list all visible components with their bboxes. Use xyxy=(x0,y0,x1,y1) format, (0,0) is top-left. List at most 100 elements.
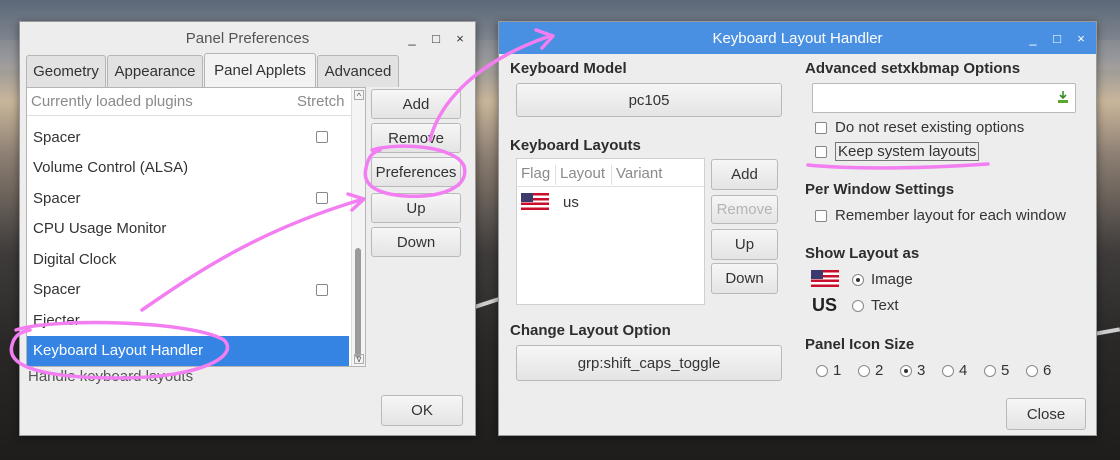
icon-size-radio[interactable] xyxy=(900,364,912,377)
tab-advanced[interactable]: Advanced xyxy=(317,55,399,87)
minimize-icon[interactable]: _ xyxy=(1026,31,1040,46)
show-layout-as-label: Show Layout as xyxy=(805,245,920,262)
list-item[interactable]: Spacer xyxy=(27,122,349,152)
icon-size-option[interactable]: 6 xyxy=(1026,362,1051,379)
tab-label: Panel Applets xyxy=(214,62,306,79)
scrollbar-thumb[interactable] xyxy=(355,248,361,358)
show-image-option[interactable]: Image xyxy=(852,271,913,288)
tab-geometry[interactable]: Geometry xyxy=(26,55,106,87)
icon-size-option[interactable]: 4 xyxy=(942,362,967,379)
list-item[interactable]: Spacer xyxy=(27,183,349,213)
plugin-preferences-button[interactable]: Preferences xyxy=(371,157,461,187)
show-text-label: Text xyxy=(871,297,899,314)
stretch-checkbox[interactable] xyxy=(316,192,328,204)
add-plugin-button[interactable]: Add xyxy=(371,89,461,119)
list-item[interactable]: Digital Clock xyxy=(27,244,349,274)
stretch-checkbox[interactable] xyxy=(316,131,328,143)
per-window-settings-label: Per Window Settings xyxy=(805,181,955,198)
icon-size-label: 2 xyxy=(875,362,884,379)
icon-size-option[interactable]: 5 xyxy=(984,362,1009,379)
us-flag-icon xyxy=(521,193,549,210)
do-not-reset-checkbox[interactable] xyxy=(815,121,827,134)
remove-layout-button[interactable]: Remove xyxy=(711,195,778,224)
ok-button[interactable]: OK xyxy=(381,395,463,426)
icon-size-label: 5 xyxy=(1001,362,1010,379)
advanced-options-label: Advanced setxkbmap Options xyxy=(805,60,1021,77)
close-icon[interactable]: × xyxy=(453,31,467,46)
show-text-option[interactable]: Text xyxy=(852,297,899,314)
keep-system-layouts-label: Keep system layouts xyxy=(835,142,980,161)
list-item[interactable]: CPU Usage Monitor xyxy=(27,214,349,244)
show-image-label: Image xyxy=(871,271,913,288)
advanced-options-input[interactable] xyxy=(812,83,1076,113)
icon-size-radio[interactable] xyxy=(1026,364,1038,377)
flag-column-header[interactable]: Flag xyxy=(521,165,550,182)
icon-size-label: 4 xyxy=(959,362,968,379)
table-row[interactable]: us xyxy=(517,189,704,215)
maximize-icon[interactable]: □ xyxy=(1050,31,1064,46)
list-item[interactable]: Spacer xyxy=(27,275,349,305)
icon-size-label: 6 xyxy=(1043,362,1052,379)
keep-system-layouts-option[interactable]: Keep system layouts xyxy=(815,142,980,161)
stretch-checkbox[interactable] xyxy=(316,283,328,296)
keyboard-model-button[interactable]: pc105 xyxy=(516,83,782,117)
icon-size-radio[interactable] xyxy=(942,364,954,377)
scroll-up-icon[interactable]: ^ xyxy=(354,90,364,101)
remember-layout-option[interactable]: Remember layout for each window xyxy=(815,207,1066,224)
icon-size-radio[interactable] xyxy=(984,364,996,377)
plugin-description: Handle keyboard layouts xyxy=(28,368,194,385)
layout-column-header[interactable]: Layout xyxy=(555,165,605,185)
icon-size-option[interactable]: 2 xyxy=(858,362,883,379)
show-image-radio[interactable] xyxy=(852,273,864,286)
add-layout-button[interactable]: Add xyxy=(711,159,778,190)
plugins-column-header[interactable]: Currently loaded plugins xyxy=(31,93,193,110)
plugin-name: Spacer xyxy=(33,128,81,146)
layout-down-button[interactable]: Down xyxy=(711,263,778,294)
keyboard-model-label: Keyboard Model xyxy=(510,60,627,77)
icon-size-option[interactable]: 1 xyxy=(816,362,841,379)
scrollbar[interactable]: ^ v xyxy=(351,88,365,366)
tab-label: Geometry xyxy=(33,63,99,80)
panel-icon-size-label: Panel Icon Size xyxy=(805,336,915,353)
keyboard-layouts-label: Keyboard Layouts xyxy=(510,137,641,154)
keep-system-layouts-checkbox[interactable] xyxy=(815,145,827,158)
show-text-radio[interactable] xyxy=(852,299,864,312)
plugin-name: Spacer xyxy=(33,189,81,207)
change-layout-option-label: Change Layout Option xyxy=(510,322,671,339)
plugin-name: CPU Usage Monitor xyxy=(33,220,167,237)
us-text-sample: US xyxy=(812,295,838,315)
move-up-button[interactable]: Up xyxy=(371,193,461,223)
icon-size-option[interactable]: 3 xyxy=(900,362,925,379)
tab-label: Appearance xyxy=(114,63,196,80)
plugin-name: Keyboard Layout Handler xyxy=(33,342,204,359)
change-layout-option-button[interactable]: grp:shift_caps_toggle xyxy=(516,345,782,381)
clear-text-icon[interactable] xyxy=(1057,90,1069,105)
list-item[interactable]: Volume Control (ALSA) xyxy=(27,153,349,183)
move-down-button[interactable]: Down xyxy=(371,227,461,257)
plugin-name: Ejecter xyxy=(33,311,80,329)
layouts-table[interactable]: Flag Layout Variant us xyxy=(516,158,705,305)
minimize-icon[interactable]: _ xyxy=(405,31,419,46)
remember-layout-checkbox[interactable] xyxy=(815,209,827,222)
variant-column-header[interactable]: Variant xyxy=(611,165,662,185)
maximize-icon[interactable]: □ xyxy=(429,31,443,46)
keyboard-layout-titlebar[interactable]: Keyboard Layout Handler _ □ × xyxy=(499,22,1096,54)
scroll-down-icon[interactable]: v xyxy=(354,354,364,364)
layouts-table-header: Flag Layout Variant xyxy=(517,159,704,187)
close-button[interactable]: Close xyxy=(1006,398,1086,430)
us-flag-icon xyxy=(811,270,839,287)
tab-label: Advanced xyxy=(324,63,392,80)
icon-size-radio[interactable] xyxy=(816,364,828,377)
stretch-column-header[interactable]: Stretch xyxy=(297,93,345,110)
list-item[interactable]: Keyboard Layout Handler xyxy=(27,335,349,366)
list-item[interactable]: Ejecter xyxy=(27,305,349,335)
do-not-reset-option[interactable]: Do not reset existing options xyxy=(815,119,1024,136)
panel-preferences-titlebar[interactable]: Panel Preferences _ □ × xyxy=(20,22,475,54)
tab-panel-applets[interactable]: Panel Applets xyxy=(204,53,316,87)
remove-plugin-button[interactable]: Remove xyxy=(371,123,461,153)
tab-appearance[interactable]: Appearance xyxy=(107,55,203,87)
remember-layout-label: Remember layout for each window xyxy=(835,207,1066,224)
close-icon[interactable]: × xyxy=(1074,31,1088,46)
icon-size-radio[interactable] xyxy=(858,364,870,377)
layout-up-button[interactable]: Up xyxy=(711,229,778,260)
